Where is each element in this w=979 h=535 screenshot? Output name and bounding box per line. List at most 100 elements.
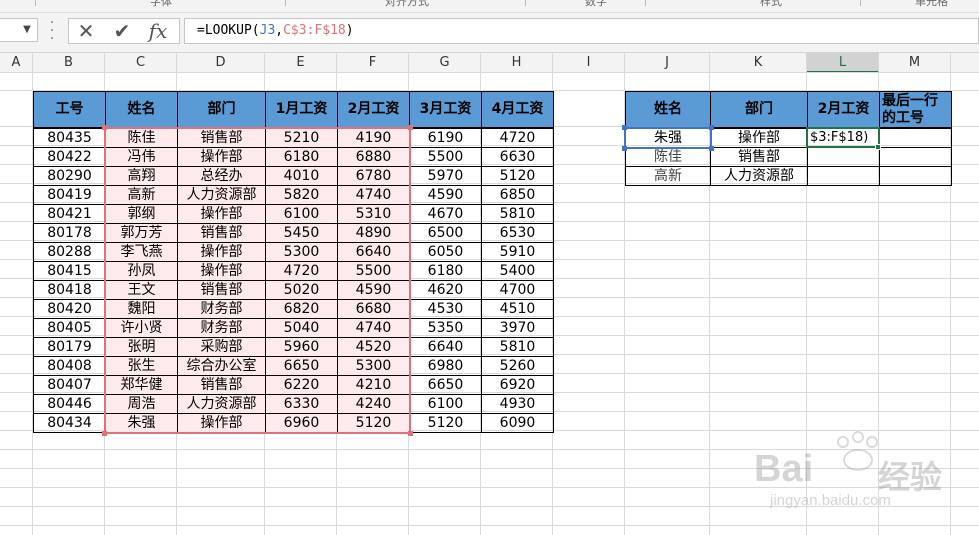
table1-cell[interactable]: 80415 [33,261,106,281]
table1-cell[interactable]: 冯伟 [105,147,178,167]
chevron-down-icon[interactable]: ▼ [20,19,34,39]
table1-cell[interactable]: 操作部 [177,204,266,224]
table1-cell[interactable]: 4620 [409,280,482,300]
table1-cell[interactable]: 4890 [337,223,410,243]
table1-cell[interactable]: 5450 [265,223,338,243]
table1-cell[interactable]: 6680 [337,299,410,319]
column-header-c[interactable]: C [105,53,177,73]
table1-cell[interactable]: 操作部 [177,147,266,167]
column-header-a[interactable]: A [0,53,33,73]
table1-cell[interactable]: 6050 [409,242,482,262]
table1-cell[interactable]: 5820 [265,185,338,205]
table1-cell[interactable]: 6100 [265,204,338,224]
table1-cell[interactable]: 4010 [265,166,338,186]
table1-cell[interactable]: 5400 [481,261,554,281]
table1-cell[interactable]: 5970 [409,166,482,186]
table1-cell[interactable]: 销售部 [177,280,266,300]
table1-cell[interactable]: 许小贤 [105,318,178,338]
table1-cell[interactable]: 6850 [481,185,554,205]
table1-cell[interactable]: 5210 [265,128,338,148]
table1-cell[interactable]: 80422 [33,147,106,167]
table1-cell[interactable]: 5120 [481,166,554,186]
table1-cell[interactable]: 5910 [481,242,554,262]
table1-cell[interactable]: 5960 [265,337,338,357]
table1-cell[interactable]: 王文 [105,280,178,300]
column-header-k[interactable]: K [710,53,807,73]
insert-function-icon[interactable]: fx [143,20,173,42]
column-header-f[interactable]: F [337,53,409,73]
column-header-d[interactable]: D [177,53,265,73]
table1-cell[interactable]: 4190 [337,128,410,148]
table1-cell[interactable]: 6180 [409,261,482,281]
table1-cell[interactable]: 张生 [105,356,178,376]
table1-cell[interactable]: 高翔 [105,166,178,186]
table1-cell[interactable]: 4210 [337,375,410,395]
enter-icon[interactable]: ✔ [107,20,137,42]
table1-cell[interactable]: 5350 [409,318,482,338]
table2-cell[interactable] [807,147,880,167]
column-header-j[interactable]: J [625,53,710,73]
table1-cell[interactable]: 人力资源部 [177,185,266,205]
table1-cell[interactable]: 4530 [409,299,482,319]
table1-cell[interactable]: 4510 [481,299,554,319]
table1-cell[interactable]: 80178 [33,223,106,243]
table1-cell[interactable]: 采购部 [177,337,266,357]
table1-cell[interactable]: 80446 [33,394,106,414]
table2-cell[interactable]: 高新 [625,166,711,186]
table1-cell[interactable]: 6650 [409,375,482,395]
table1-cell[interactable]: 周浩 [105,394,178,414]
column-header-e[interactable]: E [265,53,337,73]
table1-cell[interactable]: 陈佳 [105,128,178,148]
table1-cell[interactable]: 80434 [33,413,106,433]
table1-cell[interactable]: 6330 [265,394,338,414]
table1-cell[interactable]: 5310 [337,204,410,224]
table1-cell[interactable]: 财务部 [177,318,266,338]
table1-cell[interactable]: 操作部 [177,413,266,433]
formula-input[interactable]: =LOOKUP(J3,C$3:F$18) [184,18,979,44]
table1-cell[interactable]: 80179 [33,337,106,357]
table1-cell[interactable]: 4520 [337,337,410,357]
table2-cell[interactable] [879,128,952,148]
table1-cell[interactable]: 80407 [33,375,106,395]
table1-cell[interactable]: 6780 [337,166,410,186]
table1-cell[interactable]: 4720 [481,128,554,148]
table1-cell[interactable]: 张明 [105,337,178,357]
fill-handle[interactable] [875,144,881,150]
table1-cell[interactable]: 80405 [33,318,106,338]
table2-cell[interactable]: 朱强 [625,128,711,148]
table1-cell[interactable]: 4670 [409,204,482,224]
table1-cell[interactable]: 操作部 [177,261,266,281]
table1-cell[interactable]: 5810 [481,337,554,357]
table1-cell[interactable]: 4240 [337,394,410,414]
table1-cell[interactable]: 销售部 [177,375,266,395]
table1-cell[interactable]: 6220 [265,375,338,395]
column-header-g[interactable]: G [409,53,481,73]
table1-cell[interactable]: 80419 [33,185,106,205]
table1-cell[interactable]: 6820 [265,299,338,319]
table1-cell[interactable]: 5500 [409,147,482,167]
table2-cell[interactable] [807,166,880,186]
column-header-b[interactable]: B [33,53,105,73]
table1-cell[interactable]: 6640 [337,242,410,262]
table2-cell[interactable] [879,166,952,186]
table1-cell[interactable]: 4740 [337,185,410,205]
table1-cell[interactable]: 4700 [481,280,554,300]
table1-cell[interactable]: 3970 [481,318,554,338]
column-header-h[interactable]: H [481,53,553,73]
table1-cell[interactable]: 财务部 [177,299,266,319]
table1-cell[interactable]: 郭纲 [105,204,178,224]
table1-cell[interactable]: 6880 [337,147,410,167]
table1-cell[interactable]: 综合办公室 [177,356,266,376]
table2-cell[interactable]: 人力资源部 [710,166,808,186]
table1-cell[interactable]: 80290 [33,166,106,186]
table1-cell[interactable]: 5020 [265,280,338,300]
table1-cell[interactable]: 5810 [481,204,554,224]
table1-cell[interactable]: 6190 [409,128,482,148]
grip-dots-icon[interactable]: · · · [48,16,56,46]
table2-cell[interactable] [879,147,952,167]
column-header-l[interactable]: L [807,53,879,73]
table1-cell[interactable]: 6090 [481,413,554,433]
active-cell[interactable] [806,127,880,148]
table1-cell[interactable]: 6920 [481,375,554,395]
table1-cell[interactable]: 5300 [265,242,338,262]
